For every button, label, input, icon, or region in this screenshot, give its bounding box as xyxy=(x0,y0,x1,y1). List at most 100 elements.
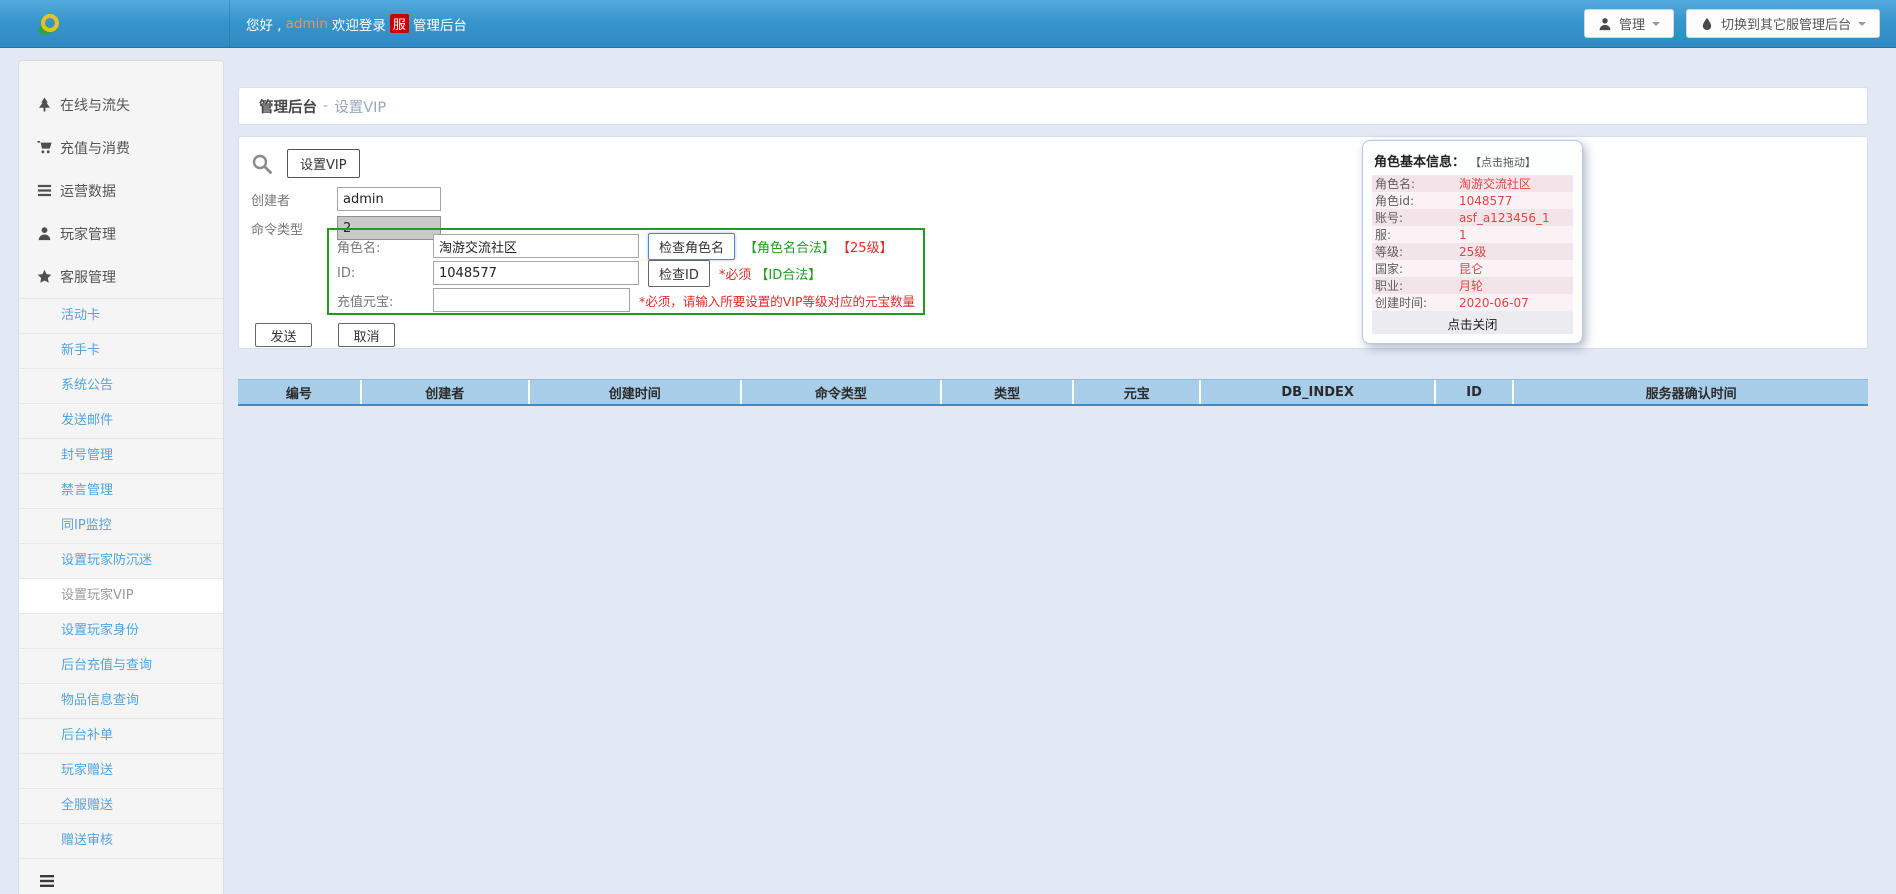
yuanbao-hint: *必须，请输入所要设置的VIP等级对应的元宝数量 xyxy=(639,291,915,310)
command-type-label: 命令类型 xyxy=(251,219,337,238)
main-content: 管理后台 - 设置VIP 设置VIP 创建者 命令类型 角色名: 检查角色名 【… xyxy=(238,87,1868,406)
sidebar-item-label: 玩家管理 xyxy=(60,224,116,244)
sidebar-item-operations-data[interactable]: 运营数据 xyxy=(19,169,223,212)
table-header-label: 元宝 xyxy=(1124,383,1150,402)
sidebar-sub-item-label: 禁言管理 xyxy=(61,483,113,498)
sidebar-sub-item[interactable]: 新手卡 xyxy=(19,334,223,369)
panel-info-row: 服: 1 xyxy=(1372,226,1573,243)
panel-close-button[interactable]: 点击关闭 xyxy=(1372,311,1573,334)
role-id-input[interactable] xyxy=(433,261,639,285)
role-info-rows: 角色名: 淘游交流社区 角色id: 1048577 账号: asf_a12345… xyxy=(1372,175,1573,311)
admin-menu-button[interactable]: 管理 xyxy=(1584,9,1674,38)
sidebar-sub-item[interactable]: 玩家赠送 xyxy=(19,754,223,789)
sidebar-item-online-churn[interactable]: 在线与流失 xyxy=(19,83,223,126)
sidebar-sub-item[interactable]: 活动卡 xyxy=(19,299,223,334)
sidebar-sub-item[interactable]: 后台充值与查询 xyxy=(19,649,223,684)
creator-input[interactable] xyxy=(337,187,441,211)
topbar-actions: 管理 切换到其它服管理后台 xyxy=(1584,9,1880,38)
user-icon xyxy=(1598,17,1612,31)
panel-row-value: 1 xyxy=(1459,228,1467,242)
welcome-prefix: 您好 , xyxy=(246,14,282,34)
role-info-panel-titlebar[interactable]: 角色基本信息： 【点击拖动】 xyxy=(1372,149,1573,175)
sidebar-item-label: 充值与消费 xyxy=(60,138,130,158)
admin-menu-label: 管理 xyxy=(1619,14,1645,33)
welcome-username: admin xyxy=(286,16,328,32)
sidebar-sub-item-label: 后台补单 xyxy=(61,728,113,743)
sidebar-sub-item[interactable]: 设置玩家身份 xyxy=(19,614,223,649)
switch-server-label: 切换到其它服管理后台 xyxy=(1721,14,1851,33)
sidebar-sub-item[interactable]: 物品信息查询 xyxy=(19,684,223,719)
sidebar-sub-item[interactable]: 全服赠送 xyxy=(19,789,223,824)
sidebar-sub-item[interactable]: 设置玩家VIP xyxy=(19,579,223,614)
check-id-button[interactable]: 检查ID xyxy=(648,260,710,287)
drag-hint[interactable]: 【点击拖动】 xyxy=(1470,154,1536,170)
table-header-cell[interactable]: 创建者 xyxy=(362,380,530,404)
role-name-row: 角色名: 检查角色名 【角色名合法】 【25级】 xyxy=(337,233,915,259)
sidebar-sub-item[interactable]: 发送邮件 xyxy=(19,404,223,439)
sidebar-sub-item-label: 发送邮件 xyxy=(61,413,113,428)
sidebar-sub-item[interactable]: 封号管理 xyxy=(19,439,223,474)
role-name-input[interactable] xyxy=(433,234,639,258)
sidebar-item-player-management[interactable]: 玩家管理 xyxy=(19,212,223,255)
sidebar-sub-item[interactable]: 赠送审核 xyxy=(19,824,223,859)
yuanbao-label: 充值元宝: xyxy=(337,291,433,310)
table-header-cell[interactable]: 元宝 xyxy=(1074,380,1201,404)
sidebar-sub-item-label: 全服赠送 xyxy=(61,798,113,813)
table-header-label: 创建者 xyxy=(425,383,464,402)
sidebar-sub-item[interactable]: 系统公告 xyxy=(19,369,223,404)
role-level-text: 【25级】 xyxy=(837,237,893,256)
sidebar-item-customer-service[interactable]: 客服管理 xyxy=(19,255,223,298)
sidebar-sub-item-label: 设置玩家身份 xyxy=(61,623,139,638)
panel-info-row: 账号: asf_a123456_1 xyxy=(1372,209,1573,226)
table-header-cell[interactable]: 类型 xyxy=(942,380,1074,404)
form-actions: 发送 取消 xyxy=(255,323,395,347)
table-header-cell[interactable]: 编号 xyxy=(238,380,362,404)
results-table-header: 编号 创建者 创建时间 命令类型 类型 元宝 DB_INDEX xyxy=(238,379,1868,406)
sidebar-sub-item[interactable]: 后台补单 xyxy=(19,719,223,754)
sidebar-submenu: 活动卡 新手卡 系统公告 发送邮件 封号管理 禁言管理 同IP监控 xyxy=(19,298,223,859)
panel-row-value: 月轮 xyxy=(1459,277,1483,294)
role-info-title: 角色基本信息： xyxy=(1374,151,1465,170)
sidebar-sub-item-label: 后台充值与查询 xyxy=(61,658,152,673)
sidebar-sub-item[interactable]: 禁言管理 xyxy=(19,474,223,509)
sidebar-sub-item-label: 设置玩家VIP xyxy=(61,588,134,603)
table-header-cell[interactable]: DB_INDEX xyxy=(1201,380,1436,404)
sidebar-item-label: 运营数据 xyxy=(60,181,116,201)
sidebar-sub-item[interactable]: 同IP监控 xyxy=(19,509,223,544)
drop-icon xyxy=(1700,17,1714,31)
panel-row-value: 25级 xyxy=(1459,243,1486,260)
switch-server-button[interactable]: 切换到其它服管理后台 xyxy=(1686,9,1880,38)
panel-row-value: 1048577 xyxy=(1459,194,1512,208)
sidebar-sub-item[interactable]: 设置玩家防沉迷 xyxy=(19,544,223,579)
check-role-name-button[interactable]: 检查角色名 xyxy=(648,233,735,260)
yuanbao-input[interactable] xyxy=(433,288,630,312)
table-header-cell[interactable]: 命令类型 xyxy=(742,380,942,404)
table-header-label: 类型 xyxy=(994,383,1020,402)
set-vip-button[interactable]: 设置VIP xyxy=(287,149,360,178)
table-header-cell[interactable]: ID xyxy=(1436,380,1514,404)
cancel-button[interactable]: 取消 xyxy=(338,323,395,347)
role-id-row: ID: 检查ID *必须 【ID合法】 xyxy=(337,260,915,286)
caret-down-icon xyxy=(1858,22,1866,26)
role-info-panel[interactable]: 角色基本信息： 【点击拖动】 角色名: 淘游交流社区 角色id: 1048577… xyxy=(1362,140,1583,344)
panel-row-label: 服: xyxy=(1375,226,1459,243)
panel-row-label: 账号: xyxy=(1375,209,1459,226)
sidebar-sub-item-label: 新手卡 xyxy=(61,343,100,358)
panel-info-row: 等级: 25级 xyxy=(1372,243,1573,260)
search-icon xyxy=(251,153,273,175)
table-header-cell[interactable]: 创建时间 xyxy=(530,380,742,404)
panel-info-row: 创建时间: 2020-06-07 xyxy=(1372,294,1573,311)
send-button[interactable]: 发送 xyxy=(255,323,312,347)
welcome-text: 您好 , admin 欢迎登录 服 管理后台 xyxy=(230,14,467,34)
breadcrumb-section: 管理后台 xyxy=(259,96,317,117)
sidebar-item-recharge-consume[interactable]: 充值与消费 xyxy=(19,126,223,169)
sidebar-sub-item-label: 玩家赠送 xyxy=(61,763,113,778)
table-header-cell[interactable]: 服务器确认时间 xyxy=(1514,380,1868,404)
sidebar-sub-item-label: 系统公告 xyxy=(61,378,113,393)
list-icon xyxy=(37,183,52,198)
creator-row: 创建者 xyxy=(251,187,441,211)
breadcrumb-separator: - xyxy=(323,98,328,114)
panel-row-label: 等级: xyxy=(1375,243,1459,260)
panel-info-row: 角色名: 淘游交流社区 xyxy=(1372,175,1573,192)
panel-info-row: 角色id: 1048577 xyxy=(1372,192,1573,209)
